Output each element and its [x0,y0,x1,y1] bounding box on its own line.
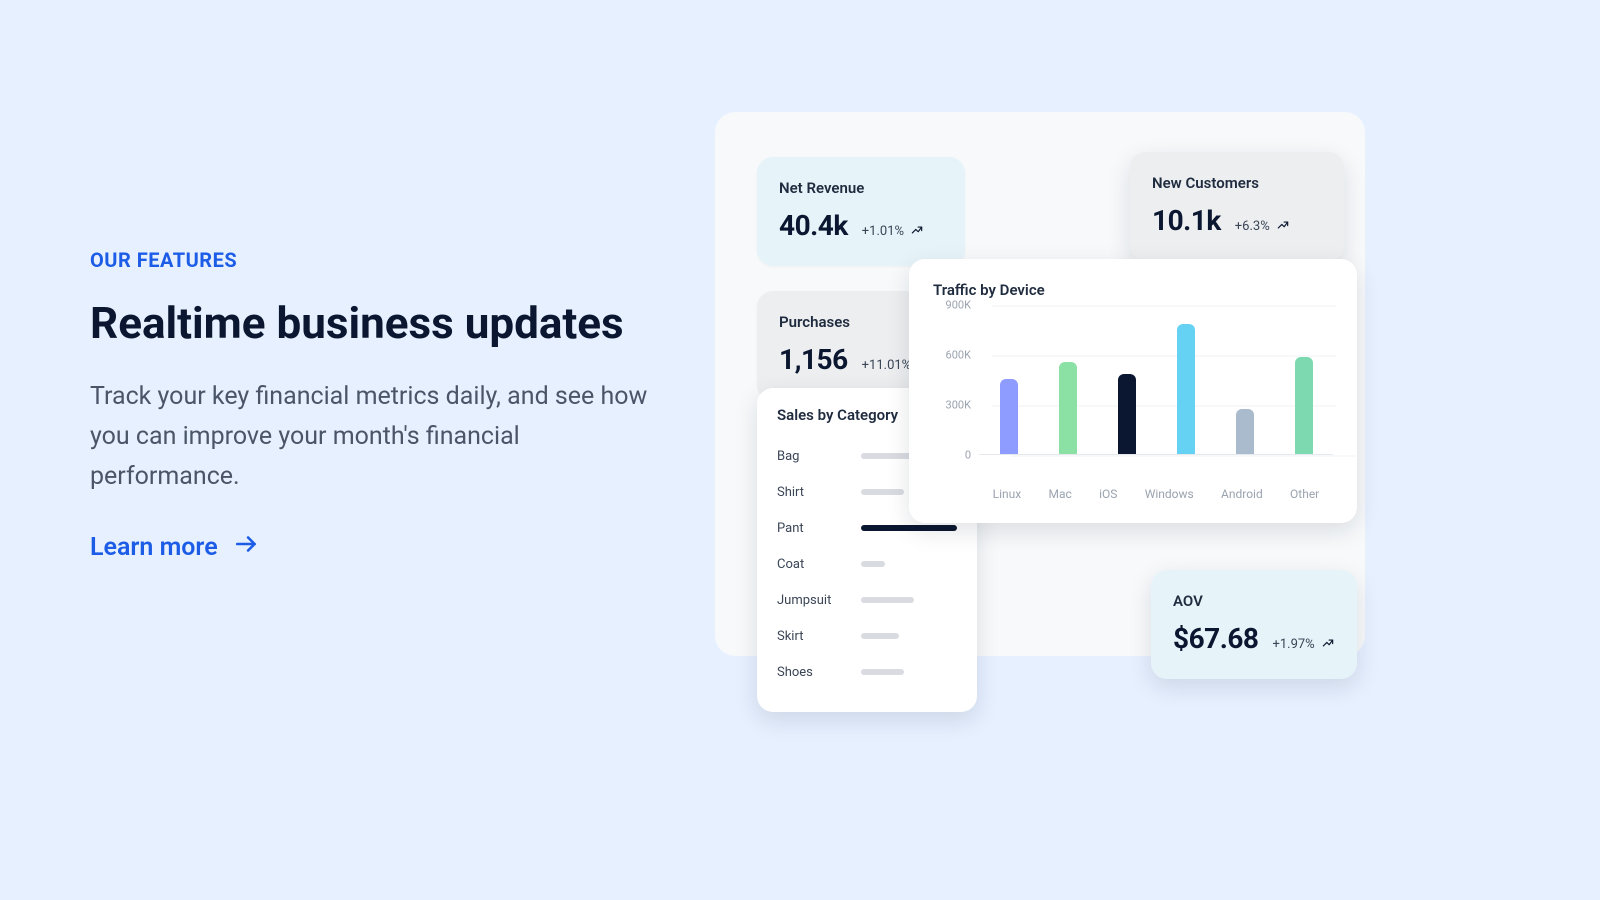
trend-up-icon [1321,636,1335,654]
chart-bar [1177,324,1195,454]
traffic-by-device-card: Traffic by Device 900K 600K 300K 0 Linux Mac… [909,259,1357,523]
kpi-label: AOV [1173,592,1335,610]
kpi-change: +1.97% [1272,636,1334,654]
sales-bar [861,561,885,567]
kpi-net-revenue: Net Revenue 40.4k +1.01% [757,157,965,266]
learn-more-link[interactable]: Learn more [90,531,260,564]
sales-bar-track [861,669,957,675]
kpi-aov: AOV $67.68 +1.97% [1151,570,1357,679]
kpi-change-text: +1.97% [1272,637,1314,652]
eyebrow: OUR FEATURES [90,248,690,272]
chart-bar [1000,379,1018,454]
sales-bar-track [861,633,957,639]
sales-bar-track [861,561,957,567]
arrow-right-icon [234,531,260,564]
kpi-value: $67.68 [1173,622,1258,655]
y-tick: 0 [965,449,971,462]
kpi-change-text: +6.3% [1235,219,1270,234]
headline: Realtime business updates [90,298,690,349]
sales-row-label: Shoes [777,665,813,680]
sales-row-label: Shirt [777,485,804,500]
kpi-change-text: +11.01% [862,358,912,373]
dashboard-panel: Net Revenue 40.4k +1.01% New Customers 1… [715,112,1365,656]
sales-row: Coat [777,546,957,582]
y-tick: 300K [946,399,971,412]
x-tick: Other [1290,487,1319,501]
chart-bars [979,305,1333,455]
x-tick: Mac [1049,487,1072,501]
sales-row-label: Pant [777,521,804,536]
sales-row: Shoes [777,654,957,690]
kpi-change-text: +1.01% [862,224,904,239]
chart-bar [1059,362,1077,454]
sales-row-label: Bag [777,449,799,464]
kpi-value: 40.4k [779,209,848,242]
kpi-value: 10.1k [1152,204,1221,237]
x-tick: Android [1221,487,1263,501]
sales-bar [861,525,957,531]
sales-bar [861,489,904,495]
sales-bar [861,597,914,603]
sales-row-label: Coat [777,557,804,572]
description: Track your key financial metrics daily, … [90,377,650,497]
chart-bar [1118,374,1136,454]
sales-bar [861,633,899,639]
x-tick: Linux [993,487,1022,501]
kpi-label: Net Revenue [779,179,943,197]
sales-bar [861,669,904,675]
y-axis: 900K600K300K0 [933,305,979,455]
kpi-change: +1.01% [862,223,924,241]
sales-row-label: Jumpsuit [777,593,831,608]
sales-row: Jumpsuit [777,582,957,618]
kpi-label: New Customers [1152,174,1322,192]
sales-bar-track [861,525,957,531]
x-tick: iOS [1099,487,1117,501]
x-axis-labels: Linux Mac iOS Windows Android Other [979,487,1333,501]
learn-more-label: Learn more [90,533,218,562]
sales-bar-track [861,597,957,603]
kpi-new-customers: New Customers 10.1k +6.3% [1130,152,1344,261]
kpi-change: +6.3% [1235,218,1290,236]
chart-area: 900K600K300K0 [933,305,1333,475]
sales-row-label: Skirt [777,629,803,644]
feature-copy: OUR FEATURES Realtime business updates T… [90,248,690,564]
sales-row: Skirt [777,618,957,654]
x-tick: Windows [1145,487,1194,501]
y-tick: 900K [946,299,971,312]
trend-up-icon [910,223,924,241]
kpi-value: 1,156 [779,343,848,376]
chart-bar [1295,357,1313,454]
trend-up-icon [1276,218,1290,236]
y-tick: 600K [946,349,971,362]
chart-bar [1236,409,1254,454]
card-title: Traffic by Device [933,281,1333,299]
